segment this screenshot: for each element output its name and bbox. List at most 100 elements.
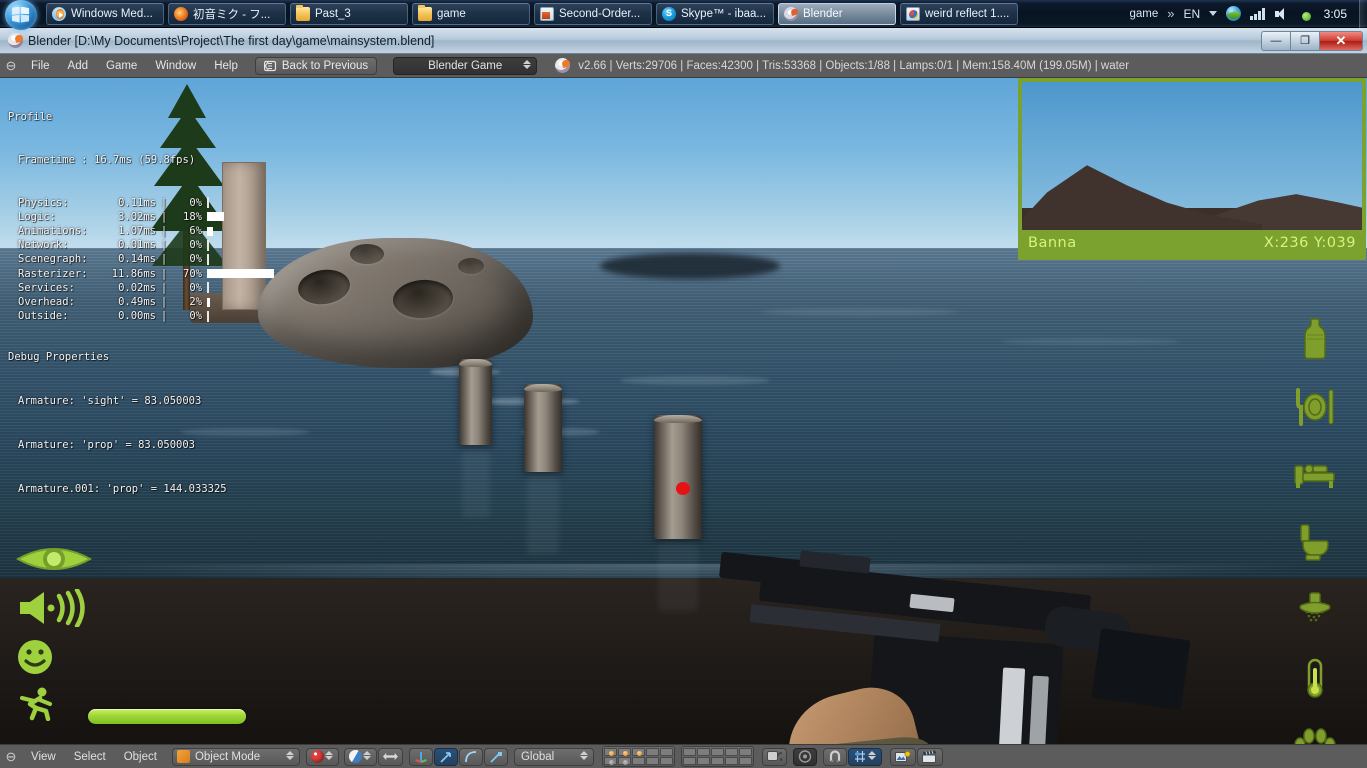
profile-row-separator: | xyxy=(160,239,168,252)
thermometer-icon[interactable] xyxy=(1292,656,1338,702)
layer-cell-active[interactable] xyxy=(603,748,617,756)
taskbar-item-firefox[interactable]: 初音ミク - フ... xyxy=(168,2,286,25)
layer-cell[interactable] xyxy=(696,757,710,765)
layer-cell[interactable] xyxy=(710,748,724,756)
language-indicator[interactable]: EN xyxy=(1183,7,1200,21)
draw-type-dropdown[interactable] xyxy=(343,747,377,766)
interaction-mode-dropdown[interactable]: Object Mode xyxy=(171,747,300,766)
layer-cell[interactable] xyxy=(682,748,696,756)
collapse-menu-icon[interactable]: ⊖ xyxy=(0,749,22,765)
smiley-icon[interactable] xyxy=(16,638,92,681)
proportional-edit-toggle[interactable] xyxy=(792,747,817,766)
rotate-icon xyxy=(465,750,476,762)
menu-game[interactable]: Game xyxy=(97,57,146,75)
minimap-panel[interactable]: Banna X:236 Y:039 xyxy=(1018,78,1366,260)
clock[interactable]: 3:05 xyxy=(1322,7,1347,21)
shower-icon[interactable] xyxy=(1292,588,1338,634)
hunger-plate-icon[interactable] xyxy=(1292,384,1338,430)
taskbar-item-game[interactable]: game xyxy=(412,2,530,25)
profile-row: Services: 0.02ms | 0% xyxy=(8,281,274,295)
profile-row-frametime: Frametime : 16.7ms (59.8fps) xyxy=(8,153,274,167)
show-desktop-button[interactable] xyxy=(1359,0,1367,28)
taskbar-item-skype[interactable]: S Skype™ - ibaa... xyxy=(656,2,774,25)
transform-manipulator-toggle[interactable] xyxy=(408,747,433,766)
engine-dropdown[interactable]: Blender Game xyxy=(393,56,538,75)
transform-manipulator-icon xyxy=(415,751,427,763)
taskbar-item-windows-media-player[interactable]: Windows Med... xyxy=(46,2,164,25)
layer-cell[interactable] xyxy=(710,757,724,765)
network-icon[interactable] xyxy=(1226,6,1242,21)
menu-object[interactable]: Object xyxy=(115,751,166,763)
layer-cell-active[interactable] xyxy=(631,748,645,756)
restore-button[interactable]: ❐ xyxy=(1290,30,1319,51)
sleep-bed-icon[interactable] xyxy=(1292,452,1338,498)
tray-overflow-icon[interactable]: » xyxy=(1167,6,1174,21)
debug-properties-overlay: Debug Properties Armature: 'sight' = 83.… xyxy=(8,321,227,525)
taskbar-item-weird-reflect[interactable]: weird reflect 1.... xyxy=(900,2,1018,25)
minimize-button[interactable]: — xyxy=(1261,30,1290,51)
game-viewport[interactable]: Profile Frametime : 16.7ms (59.8fps) Phy… xyxy=(0,78,1367,744)
thirst-bottle-icon[interactable] xyxy=(1292,316,1338,362)
profile-row-ms: 0.14ms xyxy=(118,253,156,266)
layer-cell[interactable] xyxy=(617,757,631,765)
object-cube-icon xyxy=(176,750,190,763)
taskbar-item-blender[interactable]: Blender xyxy=(778,2,896,25)
stone-pillar xyxy=(524,384,562,472)
menu-file[interactable]: File xyxy=(22,57,59,75)
rotate-manipulator-toggle[interactable] xyxy=(458,747,483,766)
taskbar-item-label: game xyxy=(437,7,466,20)
menu-add[interactable]: Add xyxy=(59,57,97,75)
layer-cell[interactable] xyxy=(631,757,645,765)
window-title: Blender [D:\My Documents\Project\The fir… xyxy=(28,33,435,48)
viewport-shading-dropdown[interactable] xyxy=(305,747,339,766)
layer-cell[interactable] xyxy=(659,748,673,756)
snap-element-dropdown[interactable] xyxy=(847,747,882,766)
layer-cell[interactable] xyxy=(724,748,738,756)
snap-toggle[interactable] xyxy=(822,747,847,766)
signal-icon[interactable] xyxy=(1250,7,1265,20)
collapse-menu-icon[interactable]: ⊖ xyxy=(0,58,22,74)
layer-cell[interactable] xyxy=(603,757,617,765)
lock-to-scene-toggle[interactable] xyxy=(761,747,787,766)
close-button[interactable]: ✕ xyxy=(1319,30,1363,51)
scene-layers-group-1[interactable] xyxy=(601,746,675,767)
volume-icon[interactable] xyxy=(1274,7,1289,20)
speaker-icon[interactable] xyxy=(16,587,92,632)
layer-cell[interactable] xyxy=(724,757,738,765)
layer-cell[interactable] xyxy=(682,757,696,765)
chevron-down-icon[interactable] xyxy=(1209,11,1218,16)
layer-cell[interactable] xyxy=(738,757,752,765)
layer-cell[interactable] xyxy=(659,757,673,765)
layer-cell[interactable] xyxy=(738,748,752,756)
scene-layers-group-2[interactable] xyxy=(680,746,754,767)
toilet-icon[interactable] xyxy=(1292,520,1338,566)
profile-row-separator: | xyxy=(160,225,168,238)
translate-manipulator-toggle[interactable] xyxy=(433,747,458,766)
snap-increment-icon xyxy=(854,751,865,762)
render-animation-button[interactable] xyxy=(916,747,943,766)
back-to-previous-button[interactable]: Back to Previous xyxy=(254,56,378,75)
profile-row-name: Physics: xyxy=(18,196,69,209)
minimap-info-bar: Banna X:236 Y:039 xyxy=(1022,230,1362,256)
layer-cell[interactable] xyxy=(645,748,659,756)
running-person-icon[interactable] xyxy=(16,687,92,726)
dropbox-icon[interactable] xyxy=(1298,6,1313,21)
menu-help[interactable]: Help xyxy=(205,57,247,75)
menu-view[interactable]: View xyxy=(22,751,65,763)
start-button[interactable] xyxy=(0,0,44,30)
layer-cell-active[interactable] xyxy=(617,748,631,756)
menu-window[interactable]: Window xyxy=(146,57,205,75)
paw-print-icon[interactable] xyxy=(1292,724,1338,744)
layer-cell[interactable] xyxy=(696,748,710,756)
menu-select[interactable]: Select xyxy=(65,751,115,763)
limit-selection-toggle[interactable] xyxy=(377,747,403,766)
taskbar-item-past3[interactable]: Past_3 xyxy=(290,2,408,25)
eye-icon[interactable] xyxy=(15,542,93,581)
render-image-button[interactable] xyxy=(889,747,916,766)
layer-cell[interactable] xyxy=(645,757,659,765)
scale-manipulator-toggle[interactable] xyxy=(483,747,508,766)
profile-row-percent: 18% xyxy=(183,210,202,223)
windows-media-player-icon xyxy=(52,6,66,21)
transform-orientation-dropdown[interactable]: Global xyxy=(513,747,594,766)
taskbar-item-second-order[interactable]: Second-Order... xyxy=(534,2,652,25)
